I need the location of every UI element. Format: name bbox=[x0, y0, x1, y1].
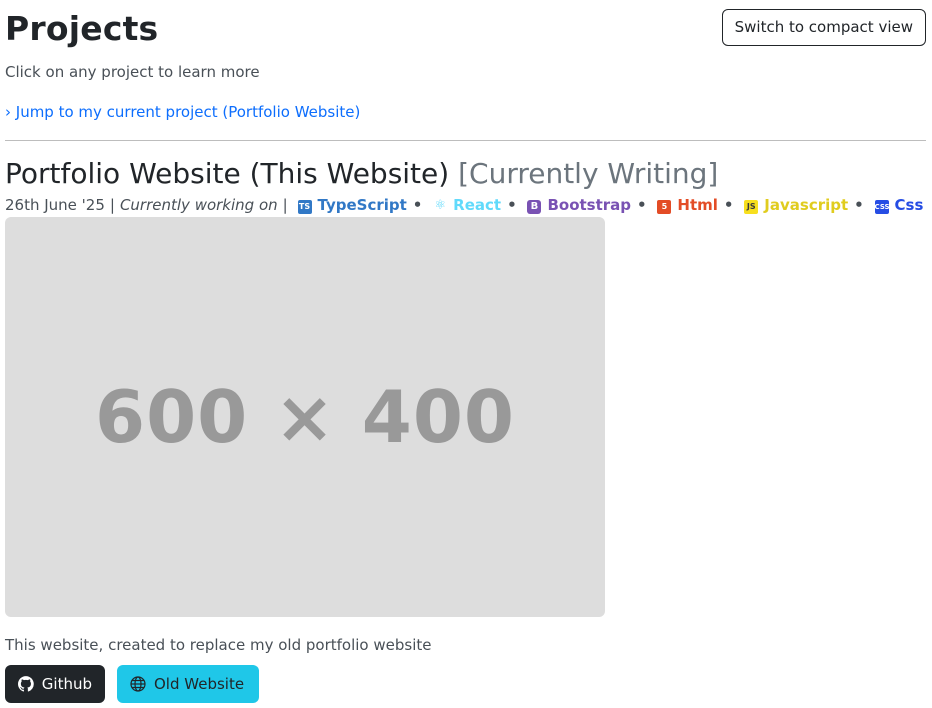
project-state: Currently working on bbox=[119, 196, 278, 214]
project-meta: 26th June '25 | Currently working on | TS Ty… bbox=[5, 194, 923, 216]
bullet: • bbox=[723, 196, 734, 214]
javascript-icon: JS bbox=[744, 200, 759, 214]
project-date: 26th June '25 bbox=[5, 196, 105, 214]
projects-page: Projects Switch to compact view Click on… bbox=[5, 0, 926, 703]
tech-tag-css: CSS Css bbox=[874, 196, 924, 214]
project-name: Portfolio Website (This Website) bbox=[5, 157, 450, 190]
tech-label: Javascript bbox=[764, 196, 849, 214]
placeholder-dimensions: 600 × 400 bbox=[94, 375, 516, 459]
tech-label: Html bbox=[677, 196, 718, 214]
tech-label: TypeScript bbox=[317, 196, 407, 214]
github-icon bbox=[18, 676, 34, 692]
typescript-icon: TS bbox=[297, 200, 312, 214]
separator: | bbox=[109, 196, 115, 214]
bullet: • bbox=[412, 196, 423, 214]
old-website-button[interactable]: Old Website bbox=[117, 665, 259, 703]
globe-icon bbox=[130, 676, 146, 692]
page-subtitle: Click on any project to learn more bbox=[5, 63, 260, 81]
project-image-placeholder[interactable]: 600 × 400 bbox=[5, 217, 605, 617]
bullet: • bbox=[507, 196, 517, 214]
bullet: • bbox=[854, 196, 864, 214]
tech-label: Css bbox=[894, 196, 924, 214]
project-description: This website, created to replace my old … bbox=[5, 636, 432, 654]
bootstrap-icon: B bbox=[527, 200, 542, 214]
tech-tag-html: 5 Html bbox=[657, 196, 718, 214]
tech-tag-bootstrap: B Bootstrap bbox=[527, 196, 631, 214]
compact-view-toggle-button[interactable]: Switch to compact view bbox=[721, 9, 926, 46]
divider bbox=[5, 140, 926, 141]
tech-tag-typescript: TS TypeScript bbox=[297, 196, 407, 214]
project-status: [Currently Writing] bbox=[458, 157, 719, 190]
page-title: Projects bbox=[5, 9, 159, 48]
github-button-label: Github bbox=[41, 675, 92, 693]
header: Projects Switch to compact view bbox=[5, 0, 926, 60]
css3-icon: CSS bbox=[874, 200, 890, 214]
bullet: • bbox=[637, 196, 647, 214]
jump-to-current-project-link[interactable]: › Jump to my current project (Portfolio … bbox=[5, 102, 360, 122]
html5-icon: 5 bbox=[657, 200, 672, 214]
old-website-button-label: Old Website bbox=[154, 675, 245, 693]
github-button[interactable]: Github bbox=[5, 665, 105, 703]
tech-tag-react: ⚛ React bbox=[433, 196, 501, 214]
tech-label: React bbox=[453, 196, 502, 214]
project-title[interactable]: Portfolio Website (This Website) [Curren… bbox=[5, 155, 718, 193]
tech-label: Bootstrap bbox=[547, 196, 632, 214]
react-icon: ⚛ bbox=[434, 198, 446, 213]
tech-tag-javascript: JS Javascript bbox=[744, 196, 848, 214]
separator: | bbox=[282, 196, 288, 214]
